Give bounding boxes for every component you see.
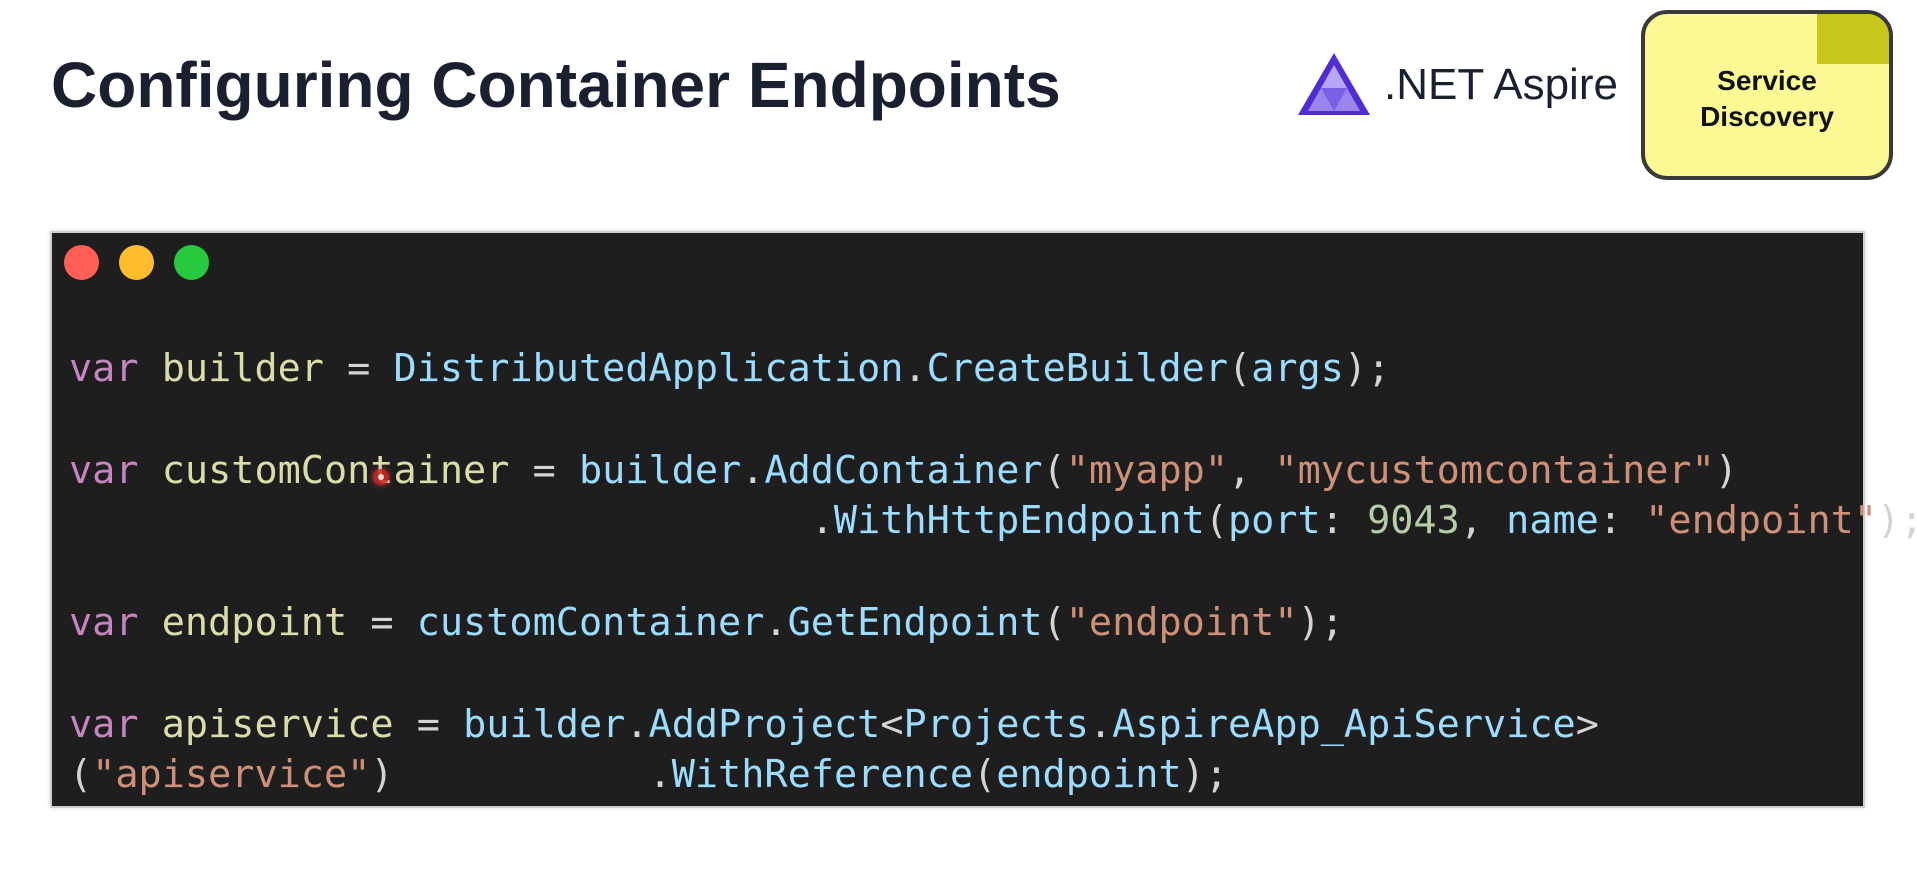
topic-badge-label: Service Discovery — [1700, 65, 1834, 132]
code-token: ( — [1204, 498, 1228, 543]
code-token: Projects — [903, 702, 1089, 747]
code-token: ( — [1042, 448, 1066, 493]
code-token: port — [1227, 498, 1321, 543]
code-token: , — [1459, 498, 1507, 543]
zoom-button-icon[interactable] — [174, 245, 209, 280]
pointer-cursor-icon — [373, 469, 389, 485]
code-token: customContainer — [416, 600, 765, 645]
code-token: AddContainer — [764, 448, 1043, 493]
code-token: . — [903, 346, 927, 391]
code-token: ); — [1181, 752, 1228, 797]
code-token: "endpoint" — [1645, 498, 1878, 543]
code-token: ); — [1343, 346, 1391, 391]
code-token: = — [324, 346, 394, 391]
code-token: "myapp" — [1065, 448, 1229, 493]
code-token: ( — [1228, 346, 1252, 391]
code-token: var — [69, 600, 139, 645]
code-token: args — [1251, 346, 1344, 391]
code-token: endpoint — [996, 752, 1182, 797]
code-line: var builder = DistributedApplication.Cre… — [69, 344, 1917, 394]
code-token: . — [764, 600, 788, 645]
code-token: > — [1575, 702, 1599, 747]
code-block: var builder = DistributedApplication.Cre… — [69, 344, 1917, 800]
code-token: . — [810, 498, 834, 543]
code-token: . — [648, 752, 672, 797]
code-token: builder — [463, 702, 626, 747]
code-window: var builder = DistributedApplication.Cre… — [50, 231, 1917, 808]
code-token: = — [347, 600, 417, 645]
code-token: : — [1598, 498, 1646, 543]
code-token: ( — [69, 752, 93, 797]
code-token: , — [1228, 448, 1275, 493]
code-token: ); — [1297, 600, 1344, 645]
code-token: DistributedApplication — [393, 346, 904, 391]
slide: Configuring Container Endpoints .NET Asp… — [0, 0, 1917, 893]
window-controls — [64, 245, 209, 280]
code-token: "endpoint" — [1065, 600, 1298, 645]
code-token: name — [1506, 498, 1599, 543]
brand-lockup: .NET Aspire — [1296, 50, 1618, 120]
code-token: . — [1088, 702, 1113, 747]
brand-name: .NET Aspire — [1384, 60, 1618, 109]
code-token: var — [69, 346, 139, 391]
code-token: ); — [1877, 498, 1917, 543]
close-button-icon[interactable] — [64, 245, 99, 280]
code-token: builder — [578, 448, 742, 493]
code-token: AddProject — [648, 702, 881, 747]
code-token: customContainer — [161, 448, 510, 493]
code-token: builder — [161, 346, 324, 391]
code-token: apiservice — [161, 702, 394, 747]
code-token: CreateBuilder — [926, 346, 1228, 391]
code-line: var customContainer = builder.AddContain… — [69, 446, 1917, 496]
code-token: . — [625, 702, 649, 747]
aspire-logo-icon — [1298, 53, 1370, 115]
slide-title: Configuring Container Endpoints — [51, 49, 1061, 121]
minimize-button-icon[interactable] — [119, 245, 154, 280]
code-token: = — [509, 448, 579, 493]
code-token: WithReference — [671, 752, 974, 797]
code-token: "apiservice" — [92, 752, 371, 797]
code-token: : — [1320, 498, 1368, 543]
code-token: ( — [973, 752, 997, 797]
code-token: WithHttpEndpoint — [833, 498, 1205, 543]
code-token: 9043 — [1367, 498, 1460, 543]
code-token: ) — [370, 752, 394, 797]
code-token: var — [69, 448, 139, 493]
code-token: = — [393, 702, 464, 747]
code-token: endpoint — [161, 600, 348, 645]
code-token: ( — [1042, 600, 1066, 645]
code-line: var endpoint = customContainer.GetEndpoi… — [69, 598, 1917, 648]
code-line: ("apiservice") .WithReference(endpoint); — [69, 750, 1917, 800]
code-token: < — [880, 702, 904, 747]
topic-badge: Service Discovery — [1641, 10, 1893, 180]
code-token: . — [741, 448, 765, 493]
code-line: var apiservice = builder.AddProject<Proj… — [69, 700, 1917, 750]
code-token: GetEndpoint — [787, 600, 1043, 645]
code-token: ) — [1714, 448, 1738, 493]
code-line: .WithHttpEndpoint(port: 9043, name: "end… — [69, 496, 1917, 546]
code-token: var — [69, 702, 139, 747]
code-token: "mycustomcontainer" — [1274, 448, 1715, 493]
code-token: AspireApp_ApiService — [1112, 702, 1576, 747]
